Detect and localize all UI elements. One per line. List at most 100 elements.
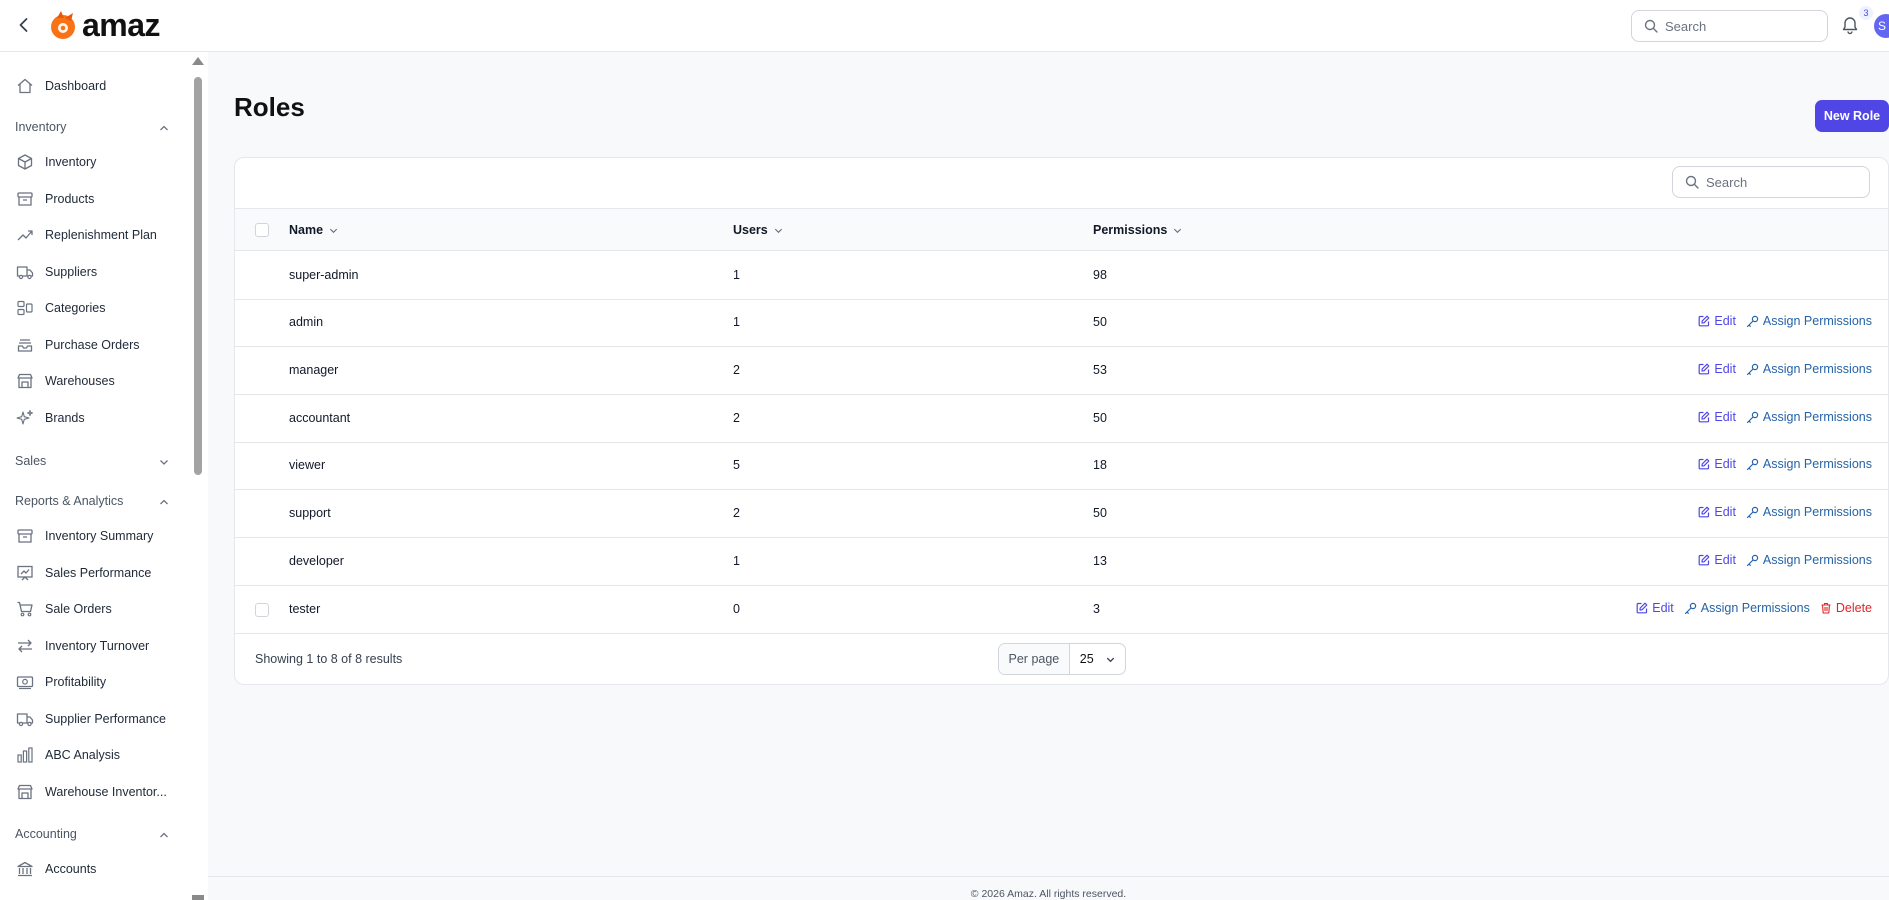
- table-search[interactable]: [1672, 166, 1870, 198]
- select-all-checkbox[interactable]: [255, 223, 269, 237]
- column-header-label: Name: [289, 223, 324, 237]
- role-name: developer: [289, 554, 344, 568]
- sidebar-scrollbar-thumb[interactable]: [194, 77, 202, 475]
- sidebar-item-warehouse-inventory[interactable]: Warehouse Inventor...: [0, 778, 190, 806]
- action-label: Edit: [1714, 553, 1736, 567]
- app-logo[interactable]: amaz: [48, 9, 161, 41]
- assign-permissions-action[interactable]: Assign Permissions: [1746, 410, 1872, 424]
- edit-action[interactable]: Edit: [1698, 505, 1736, 519]
- edit-action[interactable]: Edit: [1698, 410, 1736, 424]
- role-permissions-count: 50: [1093, 411, 1107, 425]
- assign-permissions-action[interactable]: Assign Permissions: [1746, 505, 1872, 519]
- edit-action[interactable]: Edit: [1698, 362, 1736, 376]
- sidebar-item-inventory-summary[interactable]: Inventory Summary: [0, 522, 190, 550]
- action-label: Edit: [1714, 314, 1736, 328]
- column-header-label: Users: [733, 223, 768, 237]
- action-label: Assign Permissions: [1762, 362, 1872, 376]
- key-icon: [1746, 411, 1759, 423]
- action-label: Assign Permissions: [1762, 314, 1872, 328]
- sidebar-group-accounting[interactable]: Accounting: [15, 825, 170, 845]
- sidebar-item-warehouses[interactable]: Warehouses: [0, 367, 190, 395]
- edit-action[interactable]: Edit: [1698, 553, 1736, 567]
- new-role-button[interactable]: New Role: [1815, 100, 1889, 132]
- sidebar-item-label: Sales Performance: [45, 566, 152, 580]
- sidebar-item-brands[interactable]: Brands: [0, 404, 190, 432]
- role-name: admin: [289, 315, 324, 329]
- global-search[interactable]: [1631, 10, 1828, 42]
- roles-table-card: Name Users Permissions super-admin 1 98 adm…: [234, 157, 1889, 685]
- sidebar-group-reports-analytics[interactable]: Reports & Analytics: [15, 492, 170, 512]
- delete-action[interactable]: Delete: [1820, 601, 1872, 615]
- sidebar-group-sales[interactable]: Sales: [15, 452, 170, 472]
- global-search-input[interactable]: [1665, 16, 1815, 36]
- chevron-down-icon: [160, 460, 168, 465]
- sidebar-group-label: Accounting: [15, 827, 77, 841]
- column-header-name[interactable]: Name: [289, 223, 339, 237]
- scroll-up-arrow-icon[interactable]: [192, 57, 204, 65]
- sidebar-item-purchase-orders[interactable]: Purchase Orders: [0, 331, 190, 359]
- sidebar-group-label: Sales: [15, 454, 47, 468]
- sidebar-group-label: Reports & Analytics: [15, 494, 124, 508]
- row-checkbox[interactable]: [255, 603, 269, 617]
- role-users-count: 5: [733, 458, 740, 472]
- fox-logo-icon: [51, 11, 75, 39]
- sidebar-item-sale-orders[interactable]: Sale Orders: [0, 595, 190, 623]
- chart-presentation-icon: [17, 565, 33, 581]
- column-header-label: Permissions: [1093, 223, 1168, 237]
- sidebar-item-label: Inventory Summary: [45, 529, 154, 543]
- sidebar: Dashboard Inventory Inventory Products R…: [0, 52, 208, 900]
- assign-permissions-action[interactable]: Assign Permissions: [1746, 314, 1872, 328]
- key-icon: [1746, 363, 1759, 375]
- search-icon: [1685, 175, 1699, 189]
- sidebar-item-sales-performance[interactable]: Sales Performance: [0, 559, 190, 587]
- action-label: Delete: [1835, 601, 1872, 615]
- building-storefront-icon: [17, 784, 33, 800]
- role-users-count: 1: [733, 554, 740, 568]
- per-page-select[interactable]: Per page 25: [998, 643, 1126, 675]
- assign-permissions-action[interactable]: Assign Permissions: [1746, 362, 1872, 376]
- assign-permissions-action[interactable]: Assign Permissions: [1746, 457, 1872, 471]
- notifications-bell-icon[interactable]: [1841, 15, 1859, 40]
- action-label: Edit: [1714, 505, 1736, 519]
- sidebar-item-label: Dashboard: [45, 79, 107, 93]
- cube-icon: [17, 154, 33, 170]
- back-arrow-icon[interactable]: [14, 15, 34, 35]
- squares-icon: [17, 300, 33, 316]
- sidebar-item-abc-analysis[interactable]: ABC Analysis: [0, 741, 190, 769]
- sidebar-item-products[interactable]: Products: [0, 185, 190, 213]
- role-permissions-count: 3: [1093, 602, 1100, 616]
- sidebar-item-inventory[interactable]: Inventory: [0, 148, 190, 176]
- sidebar-item-dashboard[interactable]: Dashboard: [0, 72, 190, 100]
- chevron-up-icon: [160, 832, 168, 838]
- role-permissions-count: 53: [1093, 363, 1107, 377]
- sidebar-item-profitability[interactable]: Profitability: [0, 668, 190, 696]
- table-search-input[interactable]: [1706, 172, 1856, 192]
- inbox-stack-icon: [17, 339, 33, 352]
- sidebar-group-inventory[interactable]: Inventory: [15, 118, 170, 138]
- action-label: Assign Permissions: [1762, 457, 1872, 471]
- sidebar-item-replenishment-plan[interactable]: Replenishment Plan: [0, 221, 190, 249]
- sidebar-item-supplier-performance[interactable]: Supplier Performance: [0, 705, 190, 733]
- edit-action[interactable]: Edit: [1698, 457, 1736, 471]
- column-header-users[interactable]: Users: [733, 223, 784, 237]
- per-page-label: Per page: [999, 644, 1070, 674]
- action-label: Edit: [1652, 601, 1674, 615]
- sidebar-item-accounts[interactable]: Accounts: [0, 855, 190, 883]
- user-avatar[interactable]: S: [1874, 14, 1889, 38]
- column-header-permissions[interactable]: Permissions: [1093, 223, 1183, 237]
- sidebar-item-suppliers[interactable]: Suppliers: [0, 258, 190, 286]
- scroll-down-arrow-icon[interactable]: [192, 895, 204, 900]
- table-row: viewer 5 18 Edit Assign Permissions: [235, 442, 1888, 490]
- role-permissions-count: 98: [1093, 268, 1107, 282]
- sidebar-item-categories[interactable]: Categories: [0, 294, 190, 322]
- assign-permissions-action[interactable]: Assign Permissions: [1684, 601, 1810, 615]
- assign-permissions-action[interactable]: Assign Permissions: [1746, 553, 1872, 567]
- table-row: developer 1 13 Edit Assign Permissions: [235, 538, 1888, 586]
- chevron-down-icon: [329, 228, 338, 233]
- per-page-value[interactable]: 25: [1070, 644, 1125, 674]
- page-title: Roles: [234, 92, 305, 122]
- edit-action[interactable]: Edit: [1698, 314, 1736, 328]
- role-permissions-count: 13: [1093, 554, 1107, 568]
- edit-action[interactable]: Edit: [1636, 601, 1674, 615]
- sidebar-item-inventory-turnover[interactable]: Inventory Turnover: [0, 632, 190, 660]
